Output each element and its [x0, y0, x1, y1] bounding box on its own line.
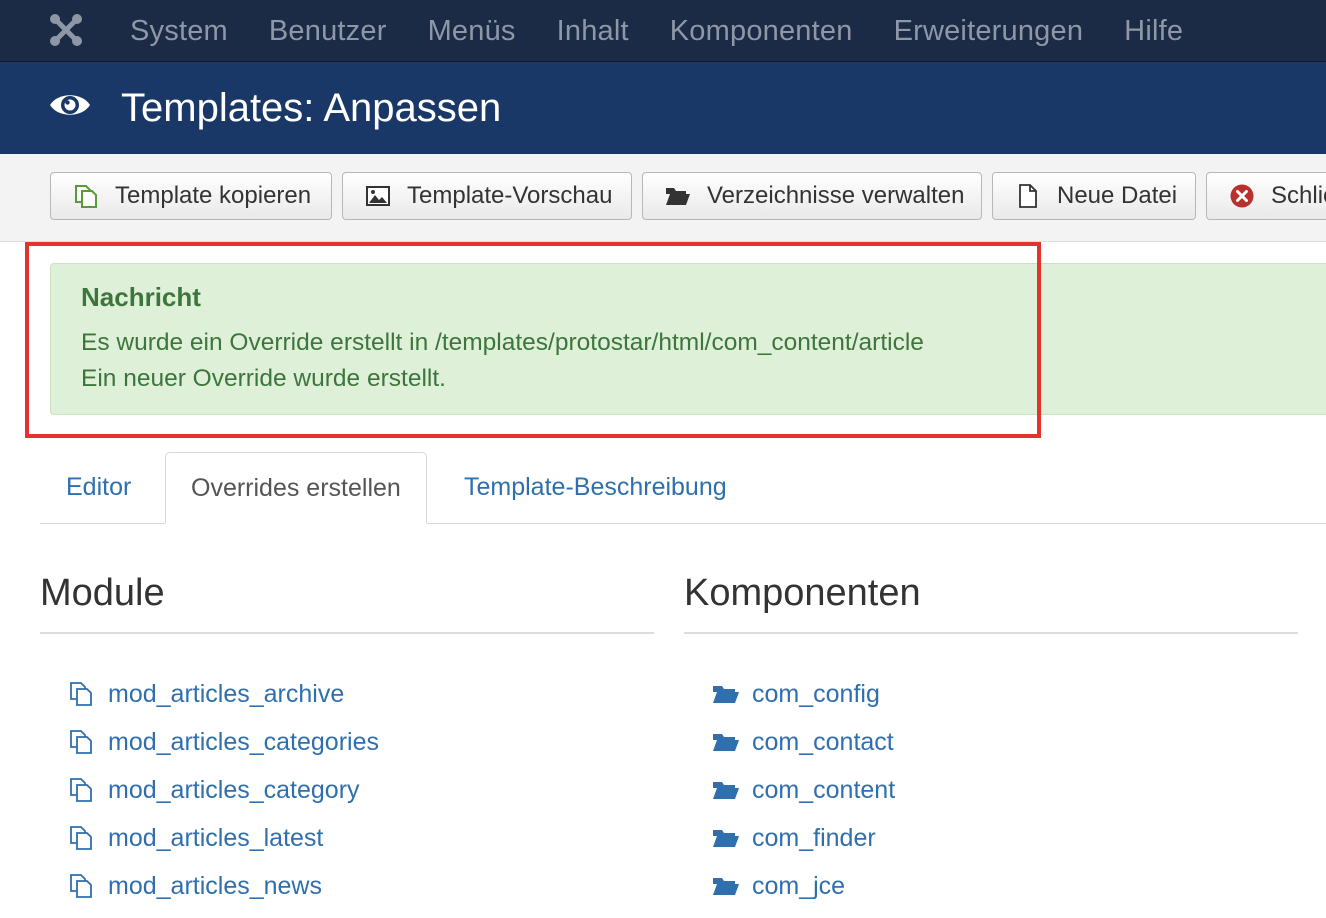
page-title: Templates: Anpassen [121, 86, 502, 130]
new-file-button[interactable]: Neue Datei [992, 172, 1196, 220]
modules-title: Module [40, 572, 165, 614]
copy-template-button[interactable]: Template kopieren [50, 172, 332, 220]
component-label: com_config [752, 679, 880, 708]
copy-icon [68, 825, 96, 851]
list-item[interactable]: com_contact [712, 718, 895, 766]
message-heading: Nachricht [81, 282, 201, 312]
list-item[interactable]: mod_articles_categories [68, 718, 379, 766]
eye-icon [48, 88, 92, 122]
toolbar: Template kopieren Template-Vorschau Verz… [0, 154, 1326, 242]
new-file-label: Neue Datei [1057, 182, 1178, 209]
list-item[interactable]: mod_articles_latest [68, 814, 379, 862]
list-item[interactable]: com_finder [712, 814, 895, 862]
copy-icon [68, 873, 96, 899]
list-item[interactable]: mod_articles_archive [68, 670, 379, 718]
tab-bar: Editor Overrides erstellen Template-Besc… [40, 452, 1326, 524]
folder-icon [712, 681, 740, 707]
components-title: Komponenten [684, 572, 921, 614]
copy-icon [68, 681, 96, 707]
template-preview-button[interactable]: Template-Vorschau [342, 172, 632, 220]
copy-icon [73, 183, 99, 209]
menu-menues[interactable]: Menüs [428, 15, 516, 48]
menu-hilfe[interactable]: Hilfe [1124, 15, 1183, 48]
list-item[interactable]: mod_articles_news [68, 862, 379, 910]
picture-icon [365, 183, 391, 209]
menu-komponenten[interactable]: Komponenten [670, 15, 853, 48]
list-item[interactable]: mod_articles_category [68, 766, 379, 814]
menu-system[interactable]: System [130, 15, 228, 48]
manage-folders-button[interactable]: Verzeichnisse verwalten [642, 172, 982, 220]
close-button[interactable]: Schlie [1206, 172, 1326, 220]
list-item[interactable]: com_jce [712, 862, 895, 910]
component-label: com_content [752, 775, 896, 804]
module-label: mod_articles_categories [108, 727, 379, 756]
module-label: mod_articles_archive [108, 679, 345, 708]
folder-icon [665, 183, 691, 209]
close-circle-icon [1229, 183, 1255, 209]
module-label: mod_articles_news [108, 871, 322, 900]
copy-template-label: Template kopieren [115, 182, 312, 209]
modules-divider [40, 632, 654, 634]
file-icon [1015, 183, 1041, 209]
list-item[interactable]: com_config [712, 670, 895, 718]
manage-folders-label: Verzeichnisse verwalten [707, 182, 965, 209]
module-label: mod_articles_latest [108, 823, 324, 852]
component-label: com_jce [752, 871, 846, 900]
top-menu: System Benutzer Menüs Inhalt Komponenten… [130, 0, 1183, 62]
folder-icon [712, 873, 740, 899]
message-line-2: Ein neuer Override wurde erstellt. [81, 365, 446, 392]
tab-template-description[interactable]: Template-Beschreibung [464, 452, 727, 524]
tab-editor[interactable]: Editor [66, 452, 131, 524]
folder-icon [712, 729, 740, 755]
tab-overrides[interactable]: Overrides erstellen [165, 452, 427, 524]
menu-erweiterungen[interactable]: Erweiterungen [894, 15, 1084, 48]
folder-icon [712, 825, 740, 851]
folder-icon [712, 777, 740, 803]
list-item[interactable]: com_content [712, 766, 895, 814]
message-line-1: Es wurde ein Override erstellt in /templ… [81, 329, 924, 356]
template-preview-label: Template-Vorschau [407, 182, 613, 209]
page-header: Templates: Anpassen [0, 62, 1326, 154]
success-message: Nachricht Es wurde ein Override erstellt… [50, 263, 1326, 415]
components-divider [684, 632, 1298, 634]
close-label: Schlie [1271, 182, 1326, 209]
menu-benutzer[interactable]: Benutzer [269, 15, 387, 48]
copy-icon [68, 729, 96, 755]
top-navbar: System Benutzer Menüs Inhalt Komponenten… [0, 0, 1326, 62]
modules-list: mod_articles_archive mod_articles_catego… [68, 670, 379, 910]
joomla-logo-icon[interactable] [48, 12, 84, 48]
copy-icon [68, 777, 96, 803]
component-label: com_contact [752, 727, 894, 756]
component-label: com_finder [752, 823, 876, 852]
components-list: com_config com_contact com_content com_f… [712, 670, 895, 910]
menu-inhalt[interactable]: Inhalt [557, 15, 629, 48]
module-label: mod_articles_category [108, 775, 360, 804]
